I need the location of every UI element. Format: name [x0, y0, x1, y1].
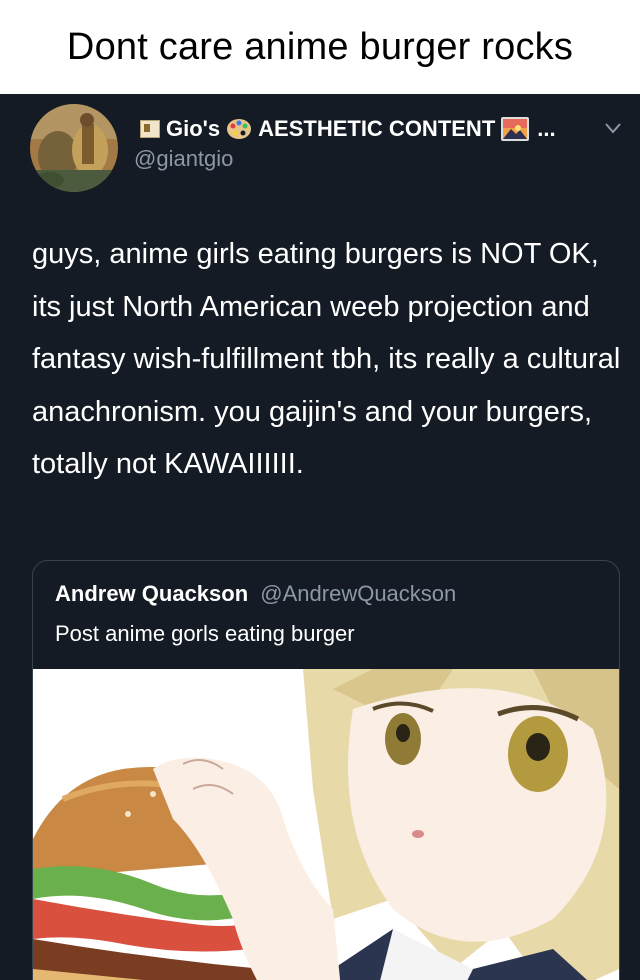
- user-handle[interactable]: @giantgio: [134, 146, 233, 172]
- sunset-icon: [501, 117, 530, 141]
- palette-icon: [227, 119, 252, 139]
- tweet-card[interactable]: Gio's AESTHETIC CONTENT ... @giantgio gu…: [0, 94, 640, 980]
- quoted-tweet-text: Post anime gorls eating burger: [55, 621, 355, 646]
- chevron-down-icon[interactable]: [604, 122, 622, 134]
- quoted-author-handle[interactable]: @AndrewQuackson: [260, 581, 456, 606]
- quoted-author-name[interactable]: Andrew Quackson: [55, 581, 248, 606]
- avatar[interactable]: [30, 104, 118, 192]
- tweet-text: guys, anime girls eating burgers is NOT …: [32, 238, 621, 480]
- quoted-tweet[interactable]: Andrew Quackson @AndrewQuackson Post ani…: [32, 560, 620, 980]
- ellipsis: ...: [537, 116, 556, 141]
- display-name-first: Gio's: [166, 116, 221, 141]
- caption-text: Dont care anime burger rocks: [66, 25, 574, 68]
- quoted-tweet-header: Andrew Quackson @AndrewQuackson: [55, 581, 456, 607]
- display-name-rest: AESTHETIC CONTENT: [258, 116, 496, 141]
- meme-caption: Dont care anime burger rocks: [0, 0, 640, 94]
- newspaper-badge-icon: [140, 120, 160, 138]
- quoted-tweet-image[interactable]: [33, 669, 619, 980]
- display-name[interactable]: Gio's AESTHETIC CONTENT ...: [140, 116, 556, 142]
